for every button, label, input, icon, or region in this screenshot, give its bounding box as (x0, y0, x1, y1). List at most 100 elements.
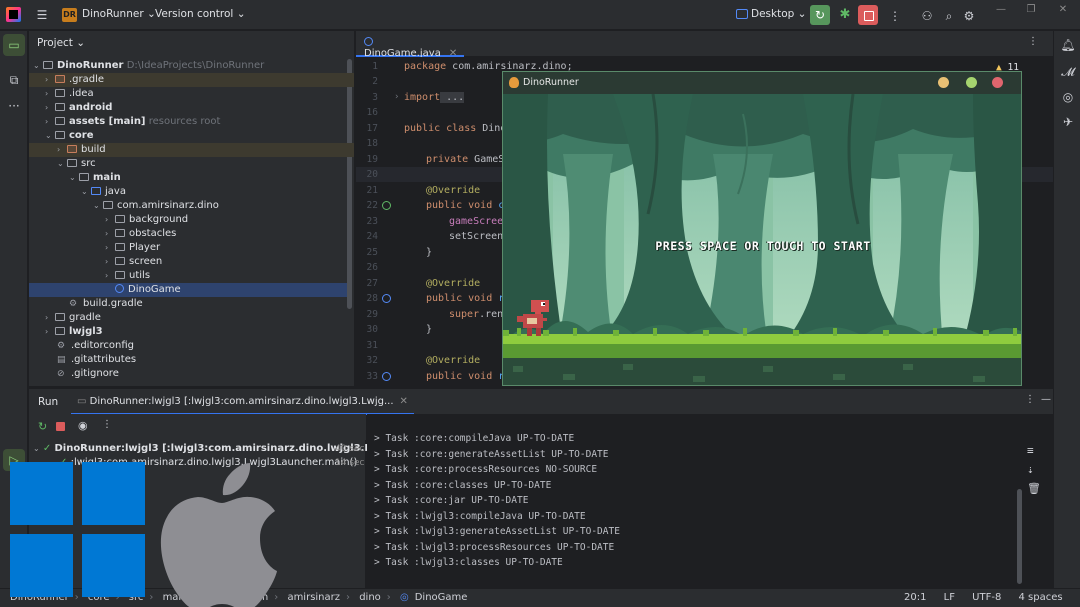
package-icon (115, 271, 125, 279)
code-line: super.rend (449, 309, 509, 320)
success-icon: ✓ (42, 443, 52, 454)
class-icon (364, 37, 373, 46)
folder-icon (55, 131, 65, 139)
tree-item-player[interactable]: › Player (29, 241, 354, 255)
indent-setting[interactable]: 4 spaces (1019, 592, 1063, 603)
tree-item-gradle[interactable]: › gradle (29, 311, 354, 325)
rerun-icon[interactable]: ↻ (38, 420, 47, 433)
trash-icon[interactable]: 🗑︎ (1027, 482, 1041, 495)
tree-item-dinogame[interactable]: DinoGame (29, 283, 347, 297)
project-panel-header[interactable]: Project ⌄ (37, 37, 85, 49)
tree-item-assets[interactable]: › assets [main] resources root (29, 115, 354, 129)
game-window[interactable]: DinoRunner PRESS SPACE OR TOUCH TO START (502, 71, 1022, 386)
project-badge[interactable]: DR (62, 8, 77, 22)
run-config-selector[interactable]: Desktop ⌄ (736, 8, 806, 20)
tree-label: build (81, 144, 106, 155)
tab-dinogame[interactable]: DinoGame.java ✕ (356, 31, 464, 59)
tree-item-package[interactable]: ⌄ com.amirsinarz.dino (29, 199, 354, 213)
project-selector[interactable]: DinoRunner ⌄ (82, 8, 156, 20)
more-icon[interactable]: ⋮ (1028, 36, 1038, 47)
tree-item-gitignore[interactable]: ⊘ .gitignore (29, 367, 354, 381)
close-icon[interactable]: ✕ (1052, 4, 1074, 15)
eye-icon[interactable]: ◉ (78, 419, 88, 432)
maximize-icon[interactable]: ❐ (1020, 4, 1042, 15)
caret-position[interactable]: 20:1 (904, 592, 926, 603)
tree-item-gradle-cache[interactable]: › .gradle (29, 73, 354, 87)
minimize-icon[interactable]: — (1041, 394, 1051, 405)
bell-icon[interactable]: 🔔︎ (1057, 34, 1079, 56)
implement-gutter-icon[interactable] (382, 201, 391, 210)
debug-icon: ✱ (839, 7, 851, 22)
add-user-icon[interactable]: ⚇ (916, 5, 938, 27)
version-control-menu[interactable]: Version control ⌄ (155, 8, 246, 20)
more-icon[interactable]: ⋮ (884, 5, 906, 27)
minimize-icon[interactable]: — (990, 4, 1012, 15)
scroll-to-end-icon[interactable]: ⇣ (1027, 463, 1041, 476)
tree-label: main (93, 172, 121, 183)
tree-item-build[interactable]: › build (29, 143, 354, 157)
tree-item-build-gradle[interactable]: ⚙ build.gradle (29, 297, 354, 311)
override-gutter-icon[interactable] (382, 372, 391, 381)
tree-item-obstacles[interactable]: › obstacles (29, 227, 354, 241)
run-tree-root[interactable]: ⌄ ✓ DinoRunner:lwjgl3 [:lwjgl3:com.amirs… (33, 443, 380, 454)
breadcrumb-item[interactable]: dino (359, 592, 381, 603)
close-button[interactable] (992, 77, 1003, 88)
chevron-down-icon: ⌄ (797, 8, 807, 20)
console-line: > Task :lwjgl3:classes UP-TO-DATE (374, 557, 563, 568)
tree-item-screen[interactable]: › screen (29, 255, 354, 269)
minimize-button[interactable] (938, 77, 949, 88)
maximize-button[interactable] (966, 77, 977, 88)
code-token: public void (426, 200, 493, 211)
tree-item-background[interactable]: › background (29, 213, 354, 227)
close-icon[interactable]: ✕ (400, 396, 408, 407)
gear-icon[interactable]: ⚙ (958, 5, 980, 27)
soft-wrap-icon[interactable]: ≡ (1027, 444, 1041, 457)
folder-icon (55, 75, 65, 83)
file-encoding[interactable]: UTF-8 (972, 592, 1001, 603)
search-icon[interactable]: ⌕ (938, 5, 960, 27)
tree-item-main[interactable]: ⌄ main (29, 171, 354, 185)
ai-icon[interactable]: ◎ (1057, 86, 1079, 108)
tree-item-editorconfig[interactable]: ⚙ .editorconfig (29, 339, 354, 353)
folded-imports[interactable]: ... (440, 92, 465, 103)
tree-item-lwjgl3[interactable]: › lwjgl3 (29, 325, 354, 339)
breadcrumb-item[interactable]: DinoGame (415, 592, 468, 603)
stop-button[interactable] (858, 5, 878, 25)
tree-item-idea[interactable]: › .idea (29, 87, 354, 101)
run-console[interactable]: > Task :core:compileJava UP-TO-DATE > Ta… (367, 414, 1053, 588)
stop-icon[interactable] (56, 422, 65, 431)
tab-run-config[interactable]: ▭ DinoRunner:lwjgl3 [:lwjgl3:com.amirsin… (71, 389, 414, 415)
game-canvas[interactable]: PRESS SPACE OR TOUCH TO START (503, 93, 1021, 385)
copilot-icon[interactable]: ✈ (1057, 111, 1079, 133)
debug-button[interactable]: ✱ (835, 5, 855, 25)
line-number: 23 (366, 216, 378, 227)
chevron-right-icon: › (346, 592, 351, 603)
code-line: import ... (404, 92, 465, 103)
line-number: 17 (366, 123, 378, 134)
line-separator[interactable]: LF (944, 592, 955, 603)
console-scrollbar[interactable] (1017, 489, 1022, 584)
structure-icon[interactable]: ⧉ (3, 69, 25, 91)
editor-tab-bar: DinoGame.java ✕ ⋮ (356, 31, 1053, 59)
tree-item-src[interactable]: ⌄ src (29, 157, 354, 171)
folder-icon[interactable]: ▭ (3, 34, 25, 56)
gradle-icon[interactable]: 𝓜 (1057, 61, 1079, 83)
tree-label: java (105, 186, 126, 197)
override-gutter-icon[interactable] (382, 294, 391, 303)
tree-item-android[interactable]: › android (29, 101, 354, 115)
tree-item-core[interactable]: ⌄ core (29, 129, 354, 143)
breadcrumb-item[interactable]: amirsinarz (287, 592, 340, 603)
tree-item-utils[interactable]: › utils (29, 269, 354, 283)
more-icon[interactable]: ⋮ (102, 419, 112, 430)
game-titlebar[interactable]: DinoRunner (503, 72, 1021, 94)
tree-item-java[interactable]: ⌄ java (29, 185, 354, 199)
status-widgets: 20:1 LF UTF-8 4 spaces 🔓︎ (904, 592, 1080, 603)
tree-item-root[interactable]: ⌄ DinoRunner D:\IdeaProjects\DinoRunner (29, 59, 354, 73)
rerun-button[interactable]: ↻ (810, 5, 830, 25)
fold-chevron-icon[interactable]: › (394, 92, 399, 102)
tree-item-gitattributes[interactable]: ▤ .gitattributes (29, 353, 354, 367)
hamburger-icon[interactable]: ☰ (31, 4, 53, 26)
line-number: 3 (372, 92, 378, 103)
more-icon[interactable]: ··· (3, 95, 25, 117)
more-icon[interactable]: ⋮ (1025, 394, 1035, 405)
